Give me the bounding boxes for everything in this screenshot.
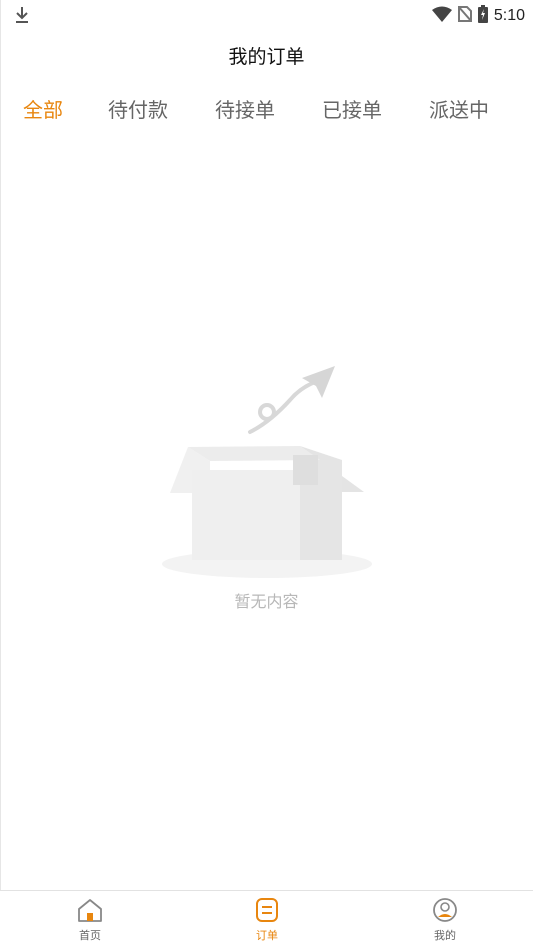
frame-border [0,0,1,949]
download-icon [14,6,30,28]
nav-profile-label: 我的 [434,929,456,942]
battery-charging-icon [477,5,488,27]
tab-pending-accept[interactable]: 待接单 [215,94,275,123]
status-bar: 5:10 [0,0,533,32]
wifi-icon [431,6,452,26]
order-icon [253,898,281,927]
tab-delivering[interactable]: 派送中 [429,94,489,123]
nav-home[interactable]: 首页 [50,897,130,943]
tab-pending-payment[interactable]: 待付款 [108,94,168,123]
no-sim-icon [457,5,473,26]
nav-home-label: 首页 [79,929,101,942]
nav-profile[interactable]: 我的 [405,897,485,943]
tab-all[interactable]: 全部 [23,94,63,123]
nav-orders-label: 订单 [256,929,278,942]
empty-state-text: 暂无内容 [234,592,299,611]
page-title: 我的订单 [228,46,305,68]
status-time: 5:10 [493,7,525,24]
bottom-nav: 首页 订单 我的 [0,890,533,949]
order-tabs: 全部 待付款 待接单 已接单 派送中 [0,94,533,126]
home-icon [76,899,104,927]
empty-box-icon [150,360,390,620]
tab-accepted[interactable]: 已接单 [322,94,382,123]
profile-icon [431,898,459,927]
nav-orders[interactable]: 订单 [227,897,307,943]
